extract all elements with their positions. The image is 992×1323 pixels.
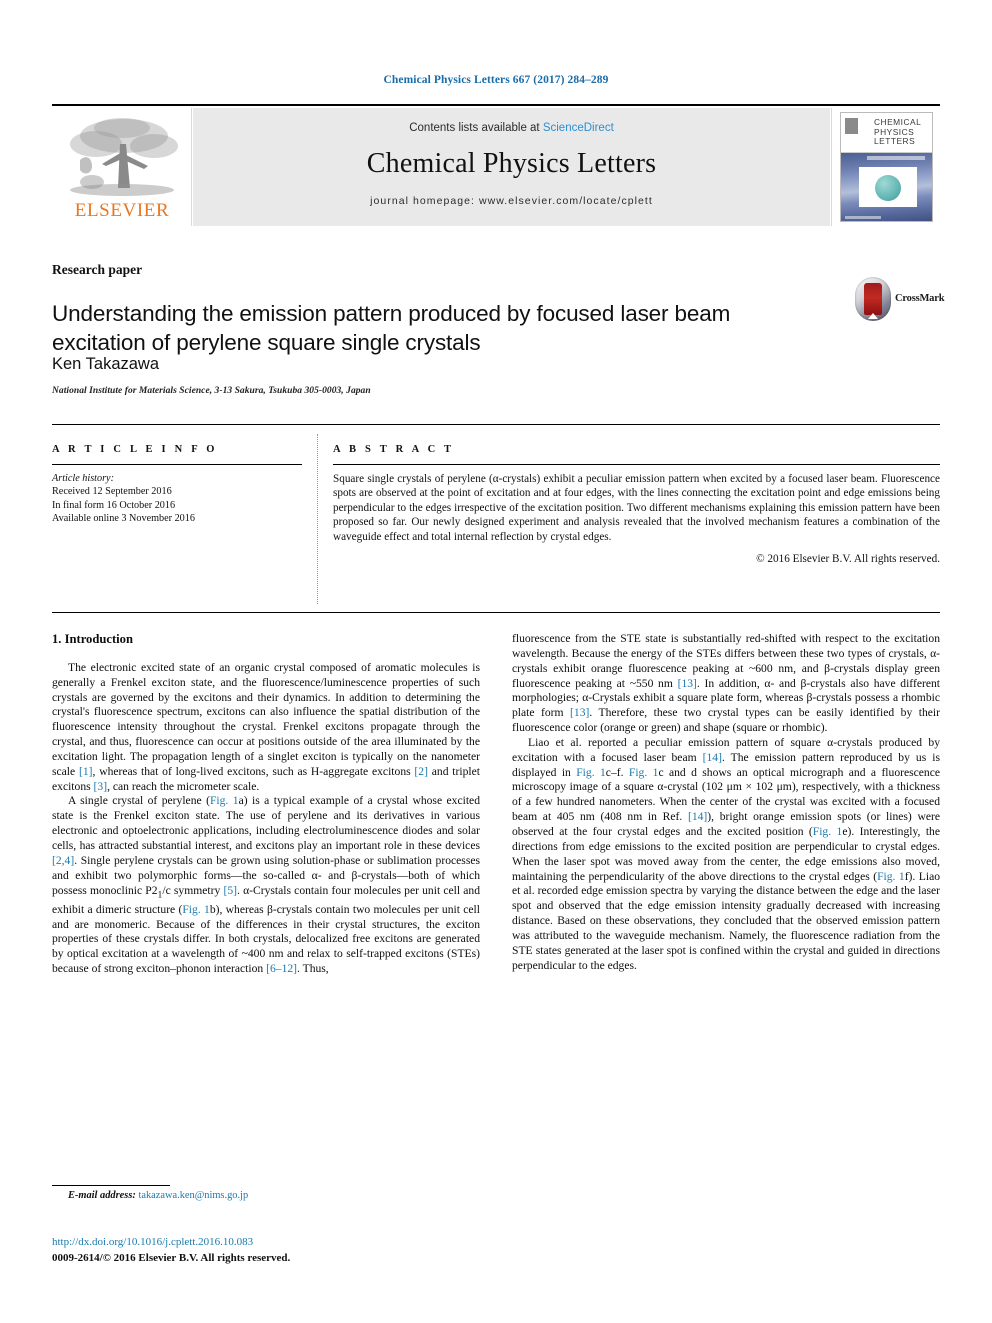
infoband-bottom-rule xyxy=(52,612,940,613)
section-heading-introduction: 1. Introduction xyxy=(52,632,133,646)
article-history-label: Article history: xyxy=(52,473,114,484)
citation-ref-1[interactable]: [1] xyxy=(79,765,93,778)
cover-footer-bar xyxy=(845,216,881,219)
contents-prefix: Contents lists available at xyxy=(409,122,543,134)
citation-ref-13-a[interactable]: [13] xyxy=(678,677,697,690)
cover-illustration xyxy=(859,167,917,207)
citation-ref-2[interactable]: [2] xyxy=(414,765,428,778)
text-run: The electronic excited state of an organ… xyxy=(52,660,480,778)
paragraph-intro-2: A single crystal of perylene (Fig. 1a) i… xyxy=(52,794,480,976)
email-label: E-mail address: xyxy=(68,1190,136,1201)
text-run: A single crystal of perylene ( xyxy=(68,794,210,808)
figure-ref-1a[interactable]: Fig. 1 xyxy=(210,794,239,807)
email-link[interactable]: takazawa.ken@nims.go.jp xyxy=(138,1190,248,1201)
text-run: f). Liao et al. recorded edge emission s… xyxy=(512,869,941,972)
elsevier-logo: ELSEVIER xyxy=(52,108,192,226)
article-available-online: Available online 3 November 2016 xyxy=(52,513,195,525)
citation-ref-14-b[interactable]: [14] xyxy=(688,810,707,823)
issn-copyright-line: 0009-2614/© 2016 Elsevier B.V. All right… xyxy=(52,1252,291,1264)
cover-header: CHEMICAL PHYSICS LETTERS xyxy=(841,113,932,153)
body-column-right: fluorescence from the STE state is subst… xyxy=(512,632,940,973)
crossmark-arrow-icon xyxy=(868,313,878,319)
footnote-rule xyxy=(52,1185,170,1186)
banner-top-rule xyxy=(52,104,940,106)
figure-ref-1b[interactable]: Fig. 1 xyxy=(182,903,209,916)
article-info-rule xyxy=(52,464,302,465)
abstract-text: Square single crystals of perylene (α-cr… xyxy=(333,473,940,543)
figure-ref-1cf[interactable]: Fig. 1 xyxy=(576,766,606,779)
author-name: Ken Takazawa xyxy=(52,355,160,373)
elsevier-tree-icon xyxy=(70,118,178,196)
text-run: /c symmetry xyxy=(162,883,224,897)
author-affiliation: National Institute for Materials Science… xyxy=(52,386,371,396)
cover-elsevier-icon xyxy=(845,118,858,134)
cover-title: CHEMICAL PHYSICS LETTERS xyxy=(874,117,921,147)
figure-ref-1f[interactable]: Fig. 1 xyxy=(877,870,905,883)
body-column-left: 1. Introduction The electronic excited s… xyxy=(52,632,480,977)
crossmark-label: CrossMark xyxy=(895,293,945,304)
article-type: Research paper xyxy=(52,262,143,277)
article-received: Received 12 September 2016 xyxy=(52,486,172,498)
citation-ref-5[interactable]: [5] xyxy=(223,884,237,897)
crossmark-inner-shape xyxy=(864,283,882,315)
crossmark-badge[interactable]: CrossMark xyxy=(855,277,945,323)
abstract-heading: A B S T R A C T xyxy=(333,444,455,455)
citation-ref-2-4[interactable]: [2,4] xyxy=(52,854,74,867)
cover-inner: CHEMICAL PHYSICS LETTERS xyxy=(840,112,933,222)
crossmark-icon xyxy=(855,277,891,321)
page-title: Understanding the emission pattern produ… xyxy=(52,301,731,356)
journal-cover-thumbnail: CHEMICAL PHYSICS LETTERS xyxy=(831,108,940,226)
abstract-block: A B S T R A C T Square single crystals o… xyxy=(333,444,940,565)
citation-ref-14-a[interactable]: [14] xyxy=(703,751,722,764)
footnote-email: E-mail address: takazawa.ken@nims.go.jp xyxy=(68,1190,248,1201)
text-run: c–f. xyxy=(605,765,629,779)
abstract-copyright: © 2016 Elsevier B.V. All rights reserved… xyxy=(756,553,940,566)
text-run: , whereas that of long-lived excitons, s… xyxy=(92,764,415,778)
banner-center: Contents lists available at ScienceDirec… xyxy=(193,108,830,226)
cover-subtitle-bar xyxy=(867,156,925,160)
cover-molecule-icon xyxy=(875,175,901,201)
running-head: Chemical Physics Letters 667 (2017) 284–… xyxy=(383,74,609,86)
text-run: . Thus, xyxy=(297,962,329,976)
article-history: Article history: Received 12 September 2… xyxy=(52,472,302,526)
citation-ref-13-b[interactable]: [13] xyxy=(570,706,589,719)
article-final-form: In final form 16 October 2016 xyxy=(52,499,176,511)
citation-ref-3[interactable]: [3] xyxy=(94,780,108,793)
elsevier-wordmark: ELSEVIER xyxy=(74,200,170,221)
doi-link[interactable]: http://dx.doi.org/10.1016/j.cplett.2016.… xyxy=(52,1236,253,1248)
paragraph-right-2: Liao et al. reported a peculiar emission… xyxy=(512,736,940,974)
journal-homepage[interactable]: journal homepage: www.elsevier.com/locat… xyxy=(193,195,830,207)
journal-name: Chemical Physics Letters xyxy=(366,148,657,179)
cover-title-line3: LETTERS xyxy=(874,136,916,147)
paragraph-right-1: fluorescence from the STE state is subst… xyxy=(512,632,940,736)
sciencedirect-link[interactable]: ScienceDirect xyxy=(543,122,614,134)
journal-banner: ELSEVIER Contents lists available at Sci… xyxy=(52,104,940,228)
paragraph-intro-1: The electronic excited state of an organ… xyxy=(52,661,480,795)
article-info-heading: A R T I C L E I N F O xyxy=(52,444,218,455)
figure-ref-1c[interactable]: Fig. 1 xyxy=(629,766,659,779)
citation-ref-6-12[interactable]: [6–12] xyxy=(266,962,297,975)
contents-available-line: Contents lists available at ScienceDirec… xyxy=(193,122,830,134)
figure-ref-1e[interactable]: Fig. 1 xyxy=(813,825,843,838)
infoband-divider xyxy=(317,434,318,604)
article-info-block: A R T I C L E I N F O Article history: R… xyxy=(52,444,302,526)
text-run: , can reach the micrometer scale. xyxy=(107,779,260,793)
infoband-top-rule xyxy=(52,424,940,425)
cover-artwork xyxy=(841,153,932,221)
article-page: Chemical Physics Letters 667 (2017) 284–… xyxy=(0,0,992,1323)
abstract-rule xyxy=(333,464,940,465)
